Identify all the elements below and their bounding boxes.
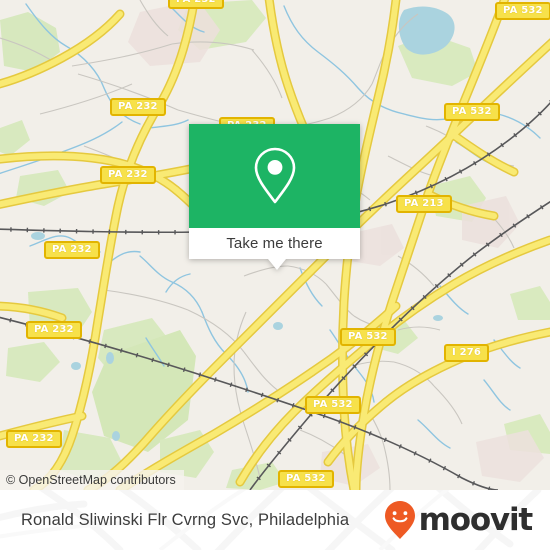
moovit-logo[interactable]: moovit [383, 490, 534, 550]
popup-cta-area[interactable]: Take me there [189, 228, 360, 259]
map-canvas[interactable]: PA 232 PA 232 PA 232 PA 232 PA 232 PA 532 PA 5… [0, 0, 550, 490]
popup-image-area [189, 124, 360, 228]
take-me-there-label: Take me there [226, 235, 323, 252]
location-popup[interactable]: Take me there [189, 124, 360, 270]
road-shield: PA 532 [340, 328, 396, 346]
road-shield: PA 232 [100, 166, 156, 184]
road-shield: PA 532 [278, 470, 334, 488]
road-shield: PA 232 [6, 430, 62, 448]
road-shield: I 276 [444, 344, 490, 362]
road-shield: PA 213 [396, 195, 452, 213]
map-screenshot: PA 232 PA 232 PA 232 PA 232 PA 232 PA 532 PA 5… [0, 0, 550, 550]
road-shield: PA 232 [44, 241, 100, 259]
road-shield: PA 232 [26, 321, 82, 339]
place-title: Ronald Sliwinski Flr Cvrng Svc, Philadel… [21, 510, 350, 529]
road-shield: PA 532 [305, 396, 361, 414]
road-shield: PA 532 [444, 103, 500, 121]
road-shield: PA 232 [110, 98, 166, 116]
moovit-wordmark: moovit [418, 501, 534, 538]
road-shield: PA 232 [168, 0, 224, 9]
popup-tail [268, 259, 286, 270]
moovit-smiley-pin-icon [384, 501, 415, 539]
road-shield: PA 532 [495, 2, 550, 20]
map-pin-icon [254, 147, 295, 204]
bottom-bar: Ronald Sliwinski Flr Cvrng Svc, Philadel… [0, 490, 550, 550]
osm-attribution[interactable]: © OpenStreetMap contributors [0, 470, 184, 490]
